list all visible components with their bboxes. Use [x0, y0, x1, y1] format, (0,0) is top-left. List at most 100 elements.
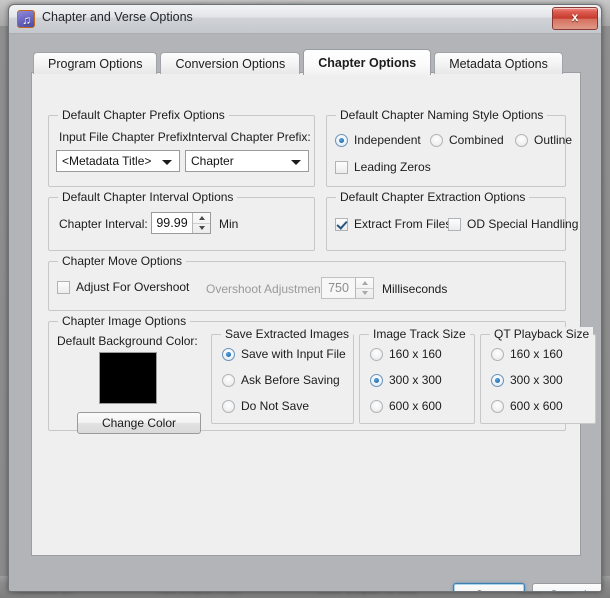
- cancel-button[interactable]: Cancel: [532, 583, 601, 591]
- stepper-down-icon[interactable]: [193, 224, 210, 234]
- radio-dot-icon: [222, 373, 235, 387]
- interval-prefix-combo[interactable]: Chapter: [185, 150, 309, 172]
- save-button[interactable]: Save: [453, 583, 525, 591]
- radio-track-600[interactable]: 600 x 600: [370, 399, 442, 413]
- radio-track-300-label: 300 x 300: [389, 373, 442, 387]
- input-file-prefix-label: Input File Chapter Prefix:: [59, 130, 192, 144]
- chapter-interval-stepper[interactable]: 99.99: [151, 212, 211, 234]
- radio-qt-160-label: 160 x 160: [510, 347, 563, 361]
- options-dialog: ♫ Chapter and Verse Options x Program Op…: [8, 4, 602, 592]
- radio-qt-300-label: 300 x 300: [510, 373, 563, 387]
- radio-dot-icon: [370, 347, 383, 361]
- checkbox-extract-from-files-label: Extract From Files: [354, 217, 452, 231]
- image-track-size-group: Image Track Size 160 x 160 300 x 300 600…: [359, 327, 475, 424]
- checkbox-box-icon: [57, 280, 70, 294]
- stepper-buttons[interactable]: [192, 213, 210, 233]
- chapter-image-group: Chapter Image Options Default Background…: [48, 314, 596, 434]
- tab-chapter-options[interactable]: Chapter Options: [303, 49, 432, 75]
- radio-dot-icon: [491, 347, 504, 361]
- chapter-options-panel: Default Chapter Prefix Options Input Fil…: [31, 72, 596, 556]
- extraction-options-group: Default Chapter Extraction Options Extra…: [326, 190, 578, 251]
- chapter-image-legend: Chapter Image Options: [58, 314, 191, 328]
- radio-qt-300[interactable]: 300 x 300: [491, 373, 563, 387]
- save-extracted-images-legend: Save Extracted Images: [221, 327, 354, 341]
- checkbox-leading-zeros[interactable]: Leading Zeros: [335, 160, 431, 174]
- radio-naming-outline[interactable]: Outline: [515, 133, 572, 147]
- checkbox-adjust-for-overshoot[interactable]: Adjust For Overshoot: [57, 280, 189, 294]
- radio-save-with-input-file[interactable]: Save with Input File: [222, 347, 346, 361]
- radio-dot-icon: [222, 399, 235, 413]
- checkbox-box-icon: [335, 217, 348, 231]
- close-button[interactable]: x: [552, 7, 598, 30]
- qt-playback-size-legend: QT Playback Size: [490, 327, 594, 341]
- save-extracted-images-group: Save Extracted Images Save with Input Fi…: [211, 327, 354, 424]
- dialog-button-bar: Save Cancel: [9, 567, 601, 591]
- overshoot-adjustment-stepper[interactable]: 750: [321, 277, 374, 299]
- overshoot-adjustment-label: Overshoot Adjustment:: [206, 282, 328, 296]
- tab-strip: Program Options Conversion Options Chapt…: [33, 48, 566, 75]
- chevron-down-icon: [291, 160, 301, 165]
- radio-track-160-label: 160 x 160: [389, 347, 442, 361]
- checkbox-leading-zeros-label: Leading Zeros: [354, 160, 431, 174]
- chapter-interval-value: 99.99: [156, 216, 188, 230]
- tab-metadata-options[interactable]: Metadata Options: [434, 52, 563, 74]
- checkbox-box-icon: [448, 217, 461, 231]
- chapter-move-group: Chapter Move Options Adjust For Overshoo…: [48, 254, 566, 311]
- radio-naming-combined[interactable]: Combined: [430, 133, 504, 147]
- tab-conversion-options[interactable]: Conversion Options: [160, 52, 301, 74]
- prefix-options-legend: Default Chapter Prefix Options: [58, 108, 229, 122]
- radio-naming-outline-label: Outline: [534, 133, 573, 147]
- checkbox-box-icon: [335, 160, 348, 174]
- radio-dot-icon: [491, 399, 504, 413]
- radio-track-300[interactable]: 300 x 300: [370, 373, 442, 387]
- checkbox-od-special-handling-label: OD Special Handling: [467, 217, 579, 231]
- checkbox-extract-from-files[interactable]: Extract From Files: [335, 217, 451, 231]
- radio-ask-before-saving[interactable]: Ask Before Saving: [222, 373, 340, 387]
- radio-naming-combined-label: Combined: [449, 133, 504, 147]
- radio-do-not-save-label: Do Not Save: [241, 399, 310, 413]
- radio-qt-600-label: 600 x 600: [510, 399, 563, 413]
- chapter-interval-unit: Min: [219, 217, 239, 231]
- radio-dot-icon: [515, 133, 528, 147]
- checkbox-adjust-for-overshoot-label: Adjust For Overshoot: [76, 280, 190, 294]
- stepper-up-icon[interactable]: [193, 213, 210, 224]
- tab-program-options[interactable]: Program Options: [33, 52, 158, 74]
- stepper-up-icon[interactable]: [356, 278, 373, 289]
- interval-prefix-value: Chapter: [191, 154, 234, 168]
- change-color-button-label: Change Color: [101, 416, 177, 430]
- checkbox-od-special-handling[interactable]: OD Special Handling: [448, 217, 578, 231]
- radio-naming-independent[interactable]: Independent: [335, 133, 421, 147]
- default-background-color-label: Default Background Color:: [57, 334, 198, 348]
- input-file-prefix-value: <Metadata Title>: [62, 154, 152, 168]
- cancel-button-label: Cancel: [549, 588, 586, 591]
- interval-options-group: Default Chapter Interval Options Chapter…: [48, 190, 315, 251]
- music-note-glyph: ♫: [22, 13, 31, 27]
- radio-do-not-save[interactable]: Do Not Save: [222, 399, 309, 413]
- change-color-button[interactable]: Change Color: [77, 412, 201, 434]
- background-color-swatch[interactable]: [99, 352, 157, 404]
- dialog-titlebar: ♫ Chapter and Verse Options x: [9, 5, 601, 34]
- interval-prefix-label: Interval Chapter Prefix:: [188, 130, 311, 144]
- radio-naming-independent-label: Independent: [354, 133, 421, 147]
- input-file-prefix-combo[interactable]: <Metadata Title>: [56, 150, 180, 172]
- qt-playback-size-group: QT Playback Size 160 x 160 300 x 300 600…: [480, 327, 596, 424]
- stepper-down-icon[interactable]: [356, 289, 373, 299]
- radio-dot-icon: [370, 399, 383, 413]
- image-track-size-legend: Image Track Size: [369, 327, 470, 341]
- naming-style-group: Default Chapter Naming Style Options Ind…: [326, 108, 572, 187]
- radio-qt-160[interactable]: 160 x 160: [491, 347, 563, 361]
- stepper-buttons[interactable]: [355, 278, 373, 298]
- radio-track-160[interactable]: 160 x 160: [370, 347, 442, 361]
- radio-dot-icon: [491, 373, 504, 387]
- dialog-client-area: Program Options Conversion Options Chapt…: [9, 34, 601, 591]
- radio-dot-icon: [370, 373, 383, 387]
- radio-ask-before-saving-label: Ask Before Saving: [241, 373, 340, 387]
- radio-dot-icon: [222, 347, 235, 361]
- radio-track-600-label: 600 x 600: [389, 399, 442, 413]
- extraction-options-legend: Default Chapter Extraction Options: [336, 190, 530, 204]
- interval-options-legend: Default Chapter Interval Options: [58, 190, 238, 204]
- radio-qt-600[interactable]: 600 x 600: [491, 399, 563, 413]
- chapter-interval-label: Chapter Interval:: [59, 217, 148, 231]
- overshoot-adjustment-unit: Milliseconds: [382, 282, 448, 296]
- overshoot-adjustment-value: 750: [328, 281, 349, 295]
